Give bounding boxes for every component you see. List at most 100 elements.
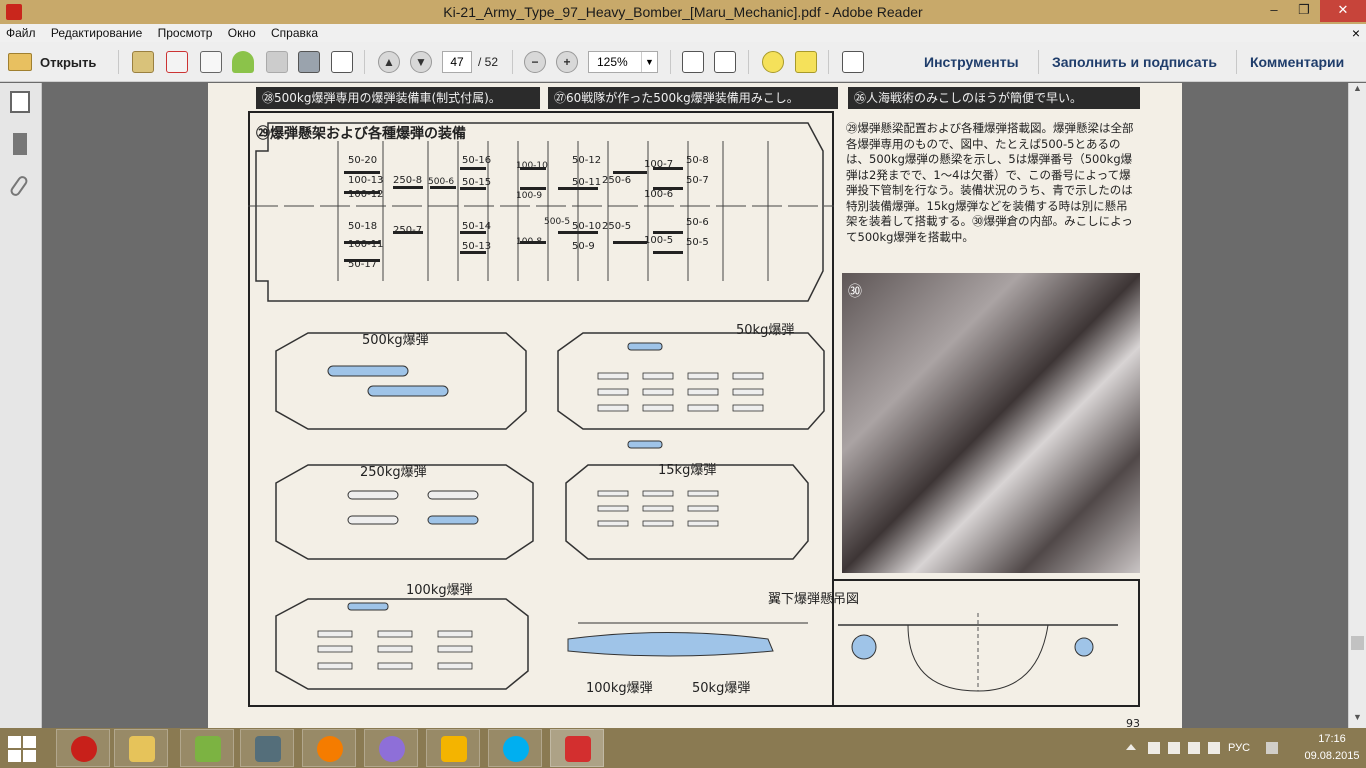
rack-label: 250-7: [393, 225, 423, 236]
taskbar-app-avast[interactable]: [302, 729, 356, 767]
wing-label-50kg: 50kg爆弾: [692, 681, 751, 696]
action-center-icon[interactable]: [1266, 742, 1278, 754]
create-pdf-icon[interactable]: [132, 51, 154, 73]
menu-edit[interactable]: Редактирование: [45, 24, 148, 40]
bookmarks-icon[interactable]: [13, 133, 27, 155]
fill-sign-pane-button[interactable]: Заполнить и подписать: [1052, 54, 1217, 70]
menu-view[interactable]: Просмотр: [152, 24, 219, 40]
taskbar-app-plane[interactable]: [240, 729, 294, 767]
print-icon[interactable]: [298, 51, 320, 73]
save-icon[interactable]: [266, 51, 288, 73]
highlight-text-icon[interactable]: [795, 51, 817, 73]
caption-26: ㉖人海戦術のみこしのほうが簡便で早い。: [848, 87, 1140, 109]
panel-label-100kg: 100kg爆弾: [406, 583, 473, 598]
windows-logo-icon: [8, 736, 21, 748]
open-button-label: Открыть: [40, 54, 97, 70]
separator: [1236, 50, 1237, 74]
separator: [364, 50, 365, 74]
restore-button[interactable]: ❐: [1290, 0, 1318, 22]
scroll-down-icon[interactable]: ▼: [1349, 712, 1366, 728]
clock-date[interactable]: 09.08.2015: [1302, 750, 1362, 762]
separator: [670, 50, 671, 74]
page-number-input[interactable]: 47: [442, 51, 472, 73]
menu-help[interactable]: Справка: [265, 24, 324, 40]
skype-icon: [503, 736, 529, 762]
rack-label: 50-14: [462, 221, 492, 232]
email-icon[interactable]: [331, 51, 353, 73]
clock-time[interactable]: 17:16: [1302, 733, 1362, 745]
panel-label-250kg: 250kg爆弾: [360, 465, 427, 480]
rack-label: 50-12: [572, 155, 602, 166]
previous-page-icon[interactable]: ▲: [378, 51, 400, 73]
scroll-up-icon[interactable]: ▲: [1349, 83, 1366, 99]
separator: [748, 50, 749, 74]
flag-icon[interactable]: [1148, 742, 1160, 754]
rack-label: 100-12: [348, 189, 384, 200]
scroll-thumb[interactable]: [1351, 636, 1364, 650]
caption-28: ㉘500kg爆弾専用の爆弾装備車(制式付属)。: [256, 87, 540, 109]
network-icon[interactable]: [1188, 742, 1200, 754]
separator: [118, 50, 119, 74]
rack-label: 100-6: [644, 189, 674, 200]
close-document-icon[interactable]: ×: [1352, 25, 1360, 41]
comments-pane-button[interactable]: Комментарии: [1250, 54, 1344, 70]
plane-icon: [255, 736, 281, 762]
export-pdf-icon[interactable]: [166, 51, 188, 73]
vertical-scrollbar[interactable]: ▲ ▼: [1348, 83, 1366, 728]
fit-page-icon[interactable]: [714, 51, 736, 73]
window-title: Ki-21_Army_Type_97_Heavy_Bomber_[Maru_Me…: [443, 4, 923, 20]
rack-label: 100-11: [348, 239, 384, 250]
taskbar: РУС 17:16 09.08.2015: [0, 728, 1366, 768]
volume-icon[interactable]: [1208, 742, 1220, 754]
tools-pane-button[interactable]: Инструменты: [924, 54, 1019, 70]
battery-icon[interactable]: [1168, 742, 1180, 754]
language-indicator[interactable]: РУС: [1228, 742, 1250, 754]
page-thumbnails-icon[interactable]: [10, 91, 30, 113]
wing-label-100kg: 100kg爆弾: [586, 681, 653, 696]
panel-label-500kg: 500kg爆弾: [362, 333, 429, 348]
scroll-mode-icon[interactable]: [682, 51, 704, 73]
rack-label: 500-6: [428, 177, 455, 187]
panel-label-15kg: 15kg爆弾: [658, 463, 717, 478]
wing-pylon-diagram: [838, 613, 1118, 692]
fullscreen-icon[interactable]: [842, 51, 864, 73]
zoom-in-icon[interactable]: +: [556, 51, 578, 73]
menu-window[interactable]: Окно: [222, 24, 262, 40]
rack-label: 250-6: [602, 175, 632, 186]
next-page-icon[interactable]: ▼: [410, 51, 432, 73]
panel-label-50kg: 50kg爆弾: [736, 323, 795, 338]
description-text: ㉙爆弾懸梁配置および各種爆弾搭載図。爆弾懸梁は全部各爆弾専用のもので、図中、たと…: [846, 121, 1134, 244]
taskbar-app-adobe-reader[interactable]: [550, 729, 604, 767]
zoom-out-icon[interactable]: −: [524, 51, 546, 73]
rack-label: 50-7: [686, 175, 709, 186]
taskbar-app-viber[interactable]: [426, 729, 480, 767]
rack-label: 50-16: [462, 155, 492, 166]
upload-cloud-icon[interactable]: [232, 51, 254, 73]
toolbar: Открыть ▲ ▼ 47 / 52 − + 125% ▼ Инструмен…: [0, 42, 1366, 82]
rack-label: 250-8: [393, 175, 423, 186]
taskbar-app-power[interactable]: [56, 729, 110, 767]
rack-label: 500-5: [544, 217, 571, 227]
edit-pdf-icon[interactable]: [200, 51, 222, 73]
chevron-down-icon[interactable]: ▼: [641, 52, 657, 72]
zoom-select[interactable]: 125% ▼: [588, 51, 658, 73]
close-button[interactable]: ✕: [1320, 0, 1366, 22]
rack-label: 50-15: [462, 177, 492, 188]
taskbar-app-explorer[interactable]: [114, 729, 168, 767]
minimize-button[interactable]: ‒: [1260, 0, 1288, 22]
menu-file[interactable]: Файл: [0, 24, 42, 40]
taskbar-app-skype[interactable]: [488, 729, 542, 767]
attachments-icon[interactable]: [8, 174, 30, 198]
document-view[interactable]: ㉘500kg爆弾専用の爆弾装備車(制式付属)。 ㉗60戦隊が作った500kg爆弾…: [42, 83, 1348, 728]
adobe-reader-icon: [565, 736, 591, 762]
avast-icon: [317, 736, 343, 762]
power-icon: [71, 736, 97, 762]
rack-label: 100-5: [644, 235, 674, 246]
rack-label: 50-18: [348, 221, 378, 232]
open-button[interactable]: Открыть: [8, 51, 96, 73]
chevron-up-icon[interactable]: [1126, 744, 1136, 750]
start-button[interactable]: [8, 734, 38, 762]
comment-icon[interactable]: [762, 51, 784, 73]
taskbar-app-paint[interactable]: [180, 729, 234, 767]
taskbar-app-circle[interactable]: [364, 729, 418, 767]
